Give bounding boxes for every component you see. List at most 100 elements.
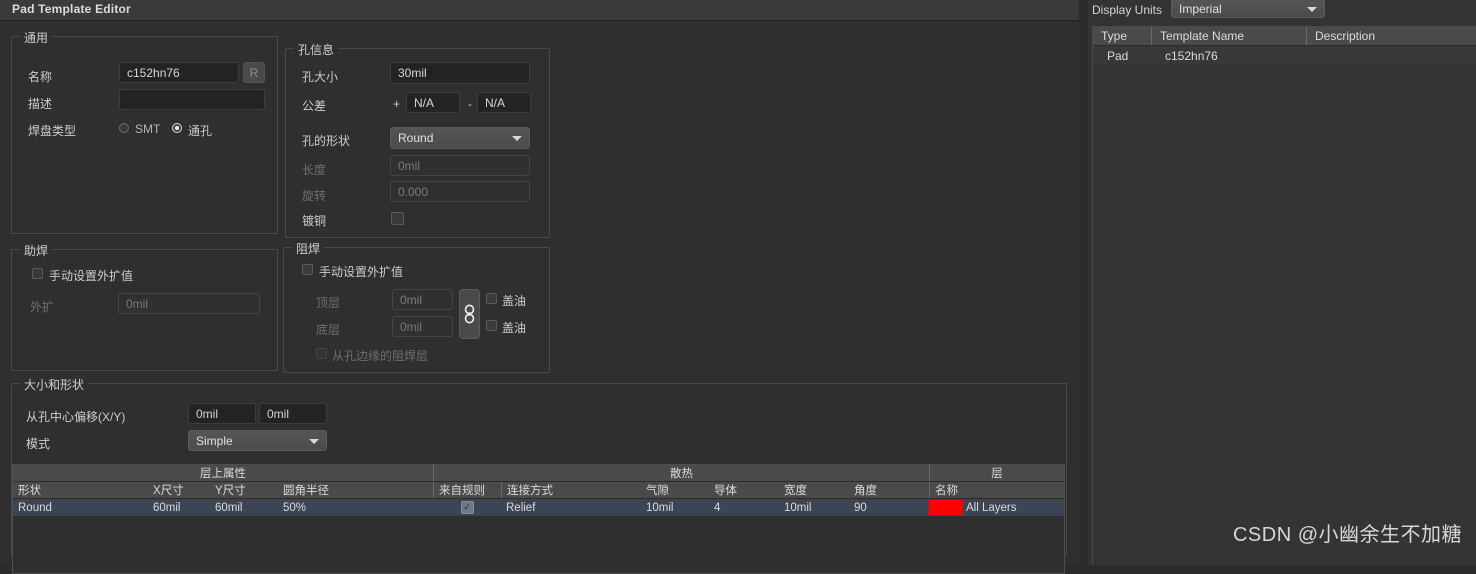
hole-plated-checkbox[interactable] [391,212,404,225]
cell-conductors: 4 [714,501,721,514]
table-row[interactable]: Round 60mil 60mil 50% ✓ Relief 10mil 4 1… [13,499,1064,516]
solder-bottom-tent-label[interactable]: 盖油 [502,319,526,336]
solder-top-tent-checkbox[interactable] [486,293,497,304]
hole-tolerance-plus-input[interactable]: N/A [406,92,460,113]
template-col-type[interactable]: Type [1093,27,1151,45]
cell-from-rule[interactable]: ✓ [433,499,501,516]
hole-size-label: 孔大小 [302,70,339,84]
solder-top-tent-label[interactable]: 盖油 [502,292,526,309]
list-item[interactable]: Pad c152hn76 [1093,46,1476,65]
pad-type-through-label[interactable]: 通孔 [188,122,212,139]
check-icon: ✓ [460,501,474,514]
hole-info-group-legend: 孔信息 [294,41,339,58]
paste-manual-expansion-checkbox[interactable] [32,268,43,279]
description-input[interactable] [119,89,265,110]
cell-shape: Round [18,501,52,514]
grid-col-conductors[interactable]: 导体 [709,482,779,498]
paste-mask-group: 助焊 手动设置外扩值 外扩 0mil [11,242,278,371]
pad-type-smt-label[interactable]: SMT [135,122,160,136]
hole-shape-select[interactable]: Round [390,127,530,149]
grid-group-header-thermal: 散热 [433,465,929,481]
cell-air-gap: 10mil [646,501,674,514]
name-label: 名称 [28,70,53,84]
offset-y-input[interactable]: 0mil [259,403,327,424]
mode-select[interactable]: Simple [188,430,327,451]
display-units-select[interactable]: Imperial [1171,0,1325,18]
solder-manual-expansion-label[interactable]: 手动设置外扩值 [319,263,403,280]
hole-rotation-label: 旋转 [302,189,327,203]
chevron-down-icon [1307,6,1317,12]
offset-x-input[interactable]: 0mil [188,403,256,424]
watermark-text: CSDN @小幽余生不加糖 [1232,524,1462,546]
template-cell-name: c152hn76 [1165,48,1218,63]
hole-shape-label: 孔的形状 [302,134,351,148]
paste-mask-group-legend: 助焊 [20,242,53,259]
tolerance-minus-sign: - [468,97,472,111]
tolerance-plus-sign: + [393,97,401,111]
solder-link-toggle[interactable] [459,289,480,339]
cell-x-size: 60mil [153,501,181,514]
link-icon [464,304,475,324]
size-shape-group-legend: 大小和形状 [20,376,89,393]
pad-type-through-radio[interactable] [172,123,182,133]
paste-manual-expansion-label[interactable]: 手动设置外扩值 [49,267,133,284]
hole-info-group: 孔信息 孔大小 30mil 公差 + N/A - N/A 孔的形状 Round … [285,41,550,238]
name-input[interactable]: c152hn76 [119,62,239,83]
grid-col-angle[interactable]: 角度 [849,482,929,498]
hole-length-label: 长度 [302,163,327,177]
general-group-legend: 通用 [20,29,53,46]
title-bar: Pad Template Editor [0,0,1080,21]
template-col-description[interactable]: Description [1306,27,1476,45]
hole-shape-value: Round [398,131,434,145]
pad-type-label: 焊盘类型 [28,124,77,138]
solder-mask-group-legend: 阻焊 [292,240,325,257]
layer-color-swatch[interactable] [929,500,963,515]
grid-col-corner-radius[interactable]: 圆角半径 [278,482,433,498]
solder-top-input: 0mil [392,289,453,310]
template-col-name[interactable]: Template Name [1151,27,1306,45]
pad-layer-grid[interactable]: 层上属性 散热 层 形状 X尺寸 Y尺寸 圆角半径 来自规则 连接方式 气隙 导… [12,464,1065,574]
grid-col-from-rule[interactable]: 来自规则 [433,482,501,498]
solder-manual-expansion-checkbox[interactable] [302,264,313,275]
template-cell-type: Pad [1107,48,1129,63]
window-title: Pad Template Editor [12,2,131,16]
grid-col-x-size[interactable]: X尺寸 [148,482,210,498]
solder-from-hole-edge-label[interactable]: 从孔边缘的阻焊层 [332,347,428,364]
grid-group-header-layer: 层 [929,465,1064,481]
solder-bottom-input: 0mil [392,316,453,337]
cell-y-size: 60mil [215,501,243,514]
solder-bottom-tent-checkbox[interactable] [486,320,497,331]
cell-layer-name: All Layers [966,501,1017,514]
grid-col-width[interactable]: 宽度 [779,482,849,498]
mode-label: 模式 [26,437,51,451]
solder-top-label: 顶层 [316,296,341,310]
grid-col-name[interactable]: 名称 [929,482,1064,498]
pad-template-editor-window: Pad Template Editor 通用 名称 c152hn76 R 描述 … [0,0,1476,574]
template-table[interactable]: Type Template Name Description Pad c152h… [1092,26,1476,565]
editor-left-pane: 通用 名称 c152hn76 R 描述 焊盘类型 SMT 通孔 孔信息 孔大小 … [0,21,1080,574]
description-label: 描述 [28,97,53,111]
grid-col-shape[interactable]: 形状 [13,482,148,498]
display-units-value: Imperial [1179,1,1222,16]
general-group: 通用 名称 c152hn76 R 描述 焊盘类型 SMT 通孔 [11,29,278,234]
grid-col-air-gap[interactable]: 气隙 [641,482,709,498]
hole-tolerance-minus-input[interactable]: N/A [477,92,531,113]
pad-type-smt-radio[interactable] [119,123,129,133]
cell-angle: 90 [854,501,867,514]
hole-length-input: 0mil [390,155,530,176]
hole-size-input[interactable]: 30mil [390,62,530,84]
cell-connect-style: Relief [506,501,536,514]
pane-divider[interactable] [1079,0,1088,565]
paste-expansion-input: 0mil [118,293,260,314]
grid-group-header-layer-props: 层上属性 [200,468,246,480]
solder-bottom-label: 底层 [316,323,341,337]
name-reset-button[interactable]: R [243,62,265,83]
grid-col-y-size[interactable]: Y尺寸 [210,482,278,498]
hole-plated-label: 镀铜 [302,214,327,228]
grid-col-connect-style[interactable]: 连接方式 [501,482,641,498]
grid-column-header-row: 形状 X尺寸 Y尺寸 圆角半径 来自规则 连接方式 气隙 导体 宽度 角度 名称 [13,482,1064,499]
solder-from-hole-edge-checkbox[interactable] [316,348,327,359]
solder-mask-group: 阻焊 手动设置外扩值 顶层 0mil 底层 0mil 盖油 盖油 从孔边缘的阻焊… [283,240,550,373]
template-cell-description [1306,46,1476,65]
cell-corner-radius: 50% [283,501,307,514]
